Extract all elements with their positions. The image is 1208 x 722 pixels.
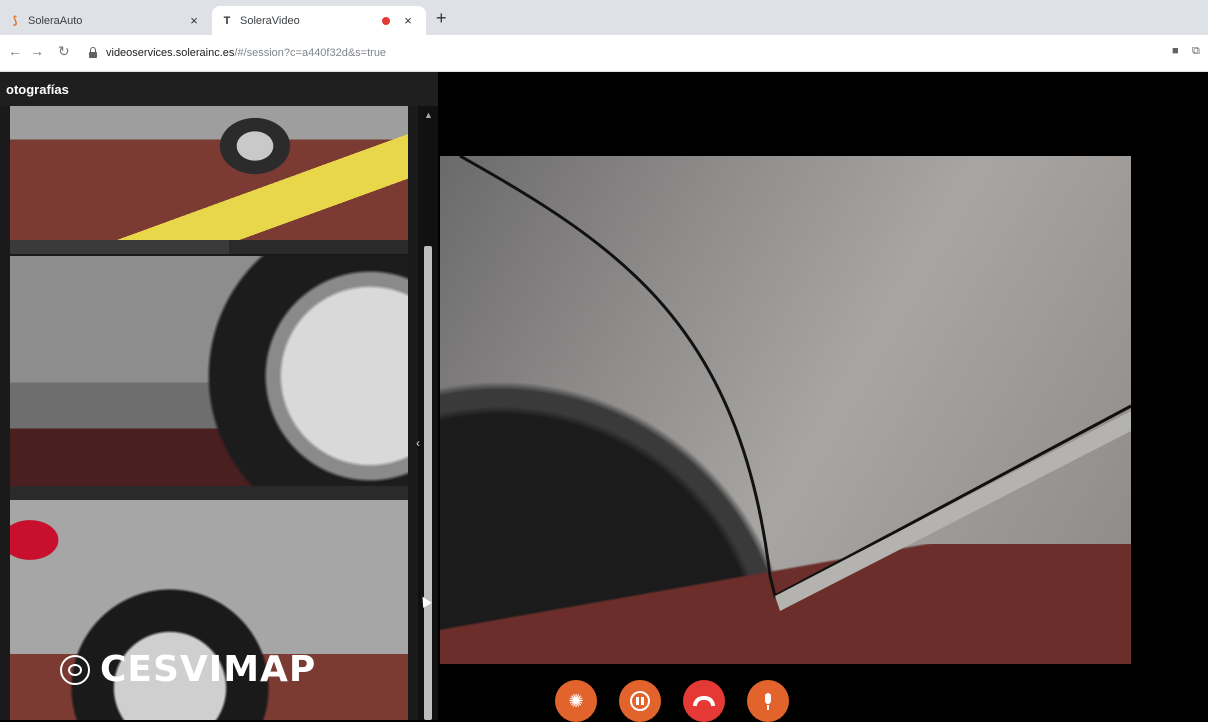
video-session-app: otografías ▲ ‹ CESVIMAP ✺ [0, 72, 1208, 722]
photos-scrollbar[interactable]: ▲ ‹ [416, 106, 438, 720]
side-skirt [775, 411, 1131, 611]
photo-thumbnail-2[interactable] [10, 256, 408, 486]
new-tab-button[interactable]: + [436, 8, 447, 29]
cesvimap-watermark: CESVIMAP [60, 649, 316, 690]
pause-icon [630, 691, 650, 711]
thumbnail-separator [10, 486, 408, 500]
address-bar: ← → ↻ videoservices.solerainc.es/#/sessi… [0, 35, 1208, 72]
solera-t-icon: T [223, 14, 231, 27]
close-tab-icon[interactable]: × [186, 13, 202, 28]
photos-panel: otografías ▲ ‹ CESVIMAP [0, 72, 438, 720]
camera-in-use-icon[interactable]: ■ [1172, 45, 1179, 57]
url-host: videoservices.solerainc.es [106, 47, 235, 59]
pause-button[interactable] [619, 680, 661, 722]
url-path: /#/session?c=a440f32d&s=true [234, 47, 387, 59]
tab-title: SoleraAuto [28, 14, 83, 27]
tab-title: SoleraVideo [240, 14, 300, 27]
hang-up-button[interactable] [683, 680, 725, 722]
solera-flame-icon: ⟆ [12, 15, 18, 27]
close-tab-icon[interactable]: × [400, 13, 416, 28]
camera-shutter-button[interactable]: ✺ [555, 680, 597, 722]
share-icon[interactable]: ⧉ [1192, 45, 1200, 58]
wheel-arch-line [459, 156, 1131, 599]
live-video-feed [440, 156, 1131, 664]
reload-icon[interactable]: ↻ [58, 43, 70, 60]
microphone-button[interactable] [747, 680, 789, 722]
browser-tab-bar: ⟆ SoleraAuto × T SoleraVideo × + [0, 0, 1208, 35]
photo-thumbnail-1[interactable] [10, 106, 408, 240]
recording-indicator-icon [382, 16, 390, 25]
back-icon[interactable]: ← [8, 43, 22, 59]
collapse-panel-icon[interactable]: ‹ [416, 436, 420, 450]
microphone-icon [763, 693, 773, 710]
shutter-icon: ✺ [568, 691, 584, 711]
browser-tab-solera-video[interactable]: T SoleraVideo × [212, 6, 426, 35]
scrollbar-thumb[interactable] [424, 246, 432, 720]
photos-panel-title: otografías [0, 72, 438, 106]
browser-tab-solera-auto[interactable]: ⟆ SoleraAuto × [0, 6, 212, 35]
car-body-contour [459, 156, 1131, 611]
thumbnail-separator [10, 240, 408, 254]
url-input[interactable]: videoservices.solerainc.es/#/session?c=a… [88, 41, 1168, 65]
lock-icon [88, 47, 98, 59]
call-controls: ✺ [555, 680, 789, 722]
cesvimap-logo-icon [60, 654, 90, 685]
phone-hangup-icon [693, 696, 715, 706]
watermark-text: CESVIMAP [100, 649, 317, 690]
thumbnail-progress-bar [10, 240, 229, 254]
forward-icon[interactable]: → [30, 43, 44, 59]
scroll-up-icon[interactable]: ▲ [424, 110, 433, 120]
